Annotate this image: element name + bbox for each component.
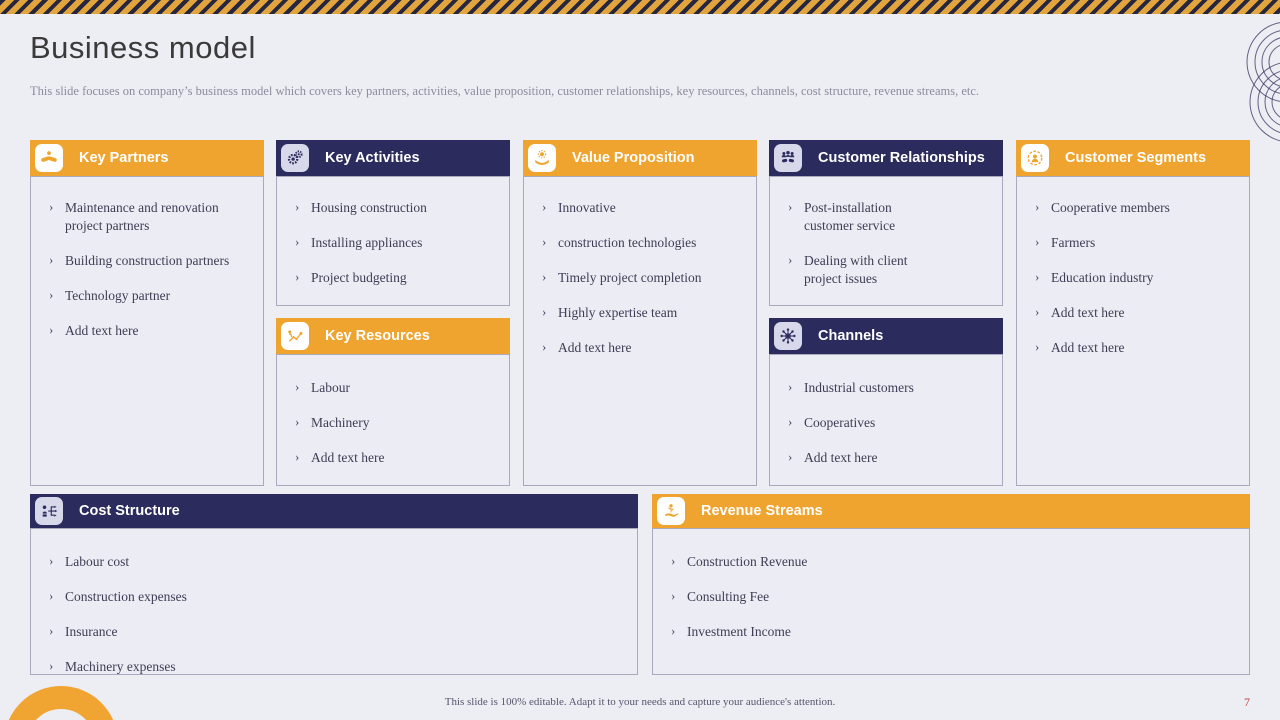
list-item: Construction Revenue [669, 552, 1243, 571]
list-item: Machinery [293, 413, 503, 432]
section-title: Cost Structure [79, 503, 180, 519]
people-handshake-icon [774, 144, 802, 172]
person-target-icon [1021, 144, 1049, 172]
hazard-stripe-decoration [0, 0, 1280, 14]
key-activities-body: Housing construction Installing applianc… [276, 176, 510, 306]
list-item: Education industry [1033, 268, 1243, 287]
key-resources-body: Labour Machinery Add text here [276, 354, 510, 486]
section-title: Value Proposition [572, 150, 695, 166]
list-item: Project budgeting [293, 268, 503, 287]
handshake-icon [35, 144, 63, 172]
list-item: Dealing with client project issues [786, 251, 936, 288]
section-title: Key Activities [325, 150, 420, 166]
customer-relationships-header: Customer Relationships [769, 140, 1003, 176]
list-item: Machinery expenses [47, 657, 631, 676]
growth-path-icon [281, 322, 309, 350]
list-item: Consulting Fee [669, 587, 1243, 606]
value-proposition-body: Innovative construction technologies Tim… [523, 176, 757, 486]
section-channels: Channels Industrial customers Cooperativ… [769, 318, 1003, 486]
customer-segments-header: Customer Segments [1016, 140, 1250, 176]
key-activities-header: Key Activities [276, 140, 510, 176]
key-resources-header: Key Resources [276, 318, 510, 354]
network-hub-icon [774, 322, 802, 350]
cost-structure-header: Cost Structure [30, 494, 638, 528]
list-item: Investment Income [669, 622, 1243, 641]
list-item: Industrial customers [786, 378, 996, 397]
section-key-activities: Key Activities Housing construction Inst… [276, 140, 510, 306]
list-item: Cooperatives [786, 413, 996, 432]
list-item: Cooperative members [1033, 198, 1243, 217]
list-item: Add text here [786, 448, 996, 467]
slide-title: Business model [30, 30, 256, 65]
section-title: Customer Segments [1065, 150, 1207, 166]
list-item: Labour cost [47, 552, 631, 571]
revenue-streams-header: Revenue Streams [652, 494, 1250, 528]
list-item: Insurance [47, 622, 631, 641]
hand-plant-icon [657, 497, 685, 525]
list-item: Add text here [47, 321, 257, 340]
section-key-partners: Key Partners Maintenance and renovation … [30, 140, 264, 486]
section-title: Customer Relationships [818, 150, 985, 166]
channels-header: Channels [769, 318, 1003, 354]
list-item: Add text here [1033, 338, 1243, 357]
slide-subtitle: This slide focuses on company’s business… [30, 84, 980, 98]
list-item: Add text here [1033, 303, 1243, 322]
channels-body: Industrial customers Cooperatives Add te… [769, 354, 1003, 486]
section-title: Revenue Streams [701, 503, 823, 519]
concentric-circles-decoration [1246, 22, 1280, 142]
section-revenue-streams: Revenue Streams Construction Revenue Con… [652, 494, 1250, 675]
list-item: Innovative [540, 198, 750, 217]
slide: Business model This slide focuses on com… [0, 0, 1280, 720]
list-item: Add text here [293, 448, 503, 467]
hands-gear-icon [528, 144, 556, 172]
section-key-resources: Key Resources Labour Machinery Add text … [276, 318, 510, 486]
list-item: Labour [293, 378, 503, 397]
editable-note: This slide is 100% editable. Adapt it to… [444, 696, 836, 708]
key-partners-header: Key Partners [30, 140, 264, 176]
list-item: Housing construction [293, 198, 503, 217]
list-item: Building construction partners [47, 251, 257, 270]
section-customer-relationships: Customer Relationships Post-installation… [769, 140, 1003, 306]
list-item: Farmers [1033, 233, 1243, 252]
value-proposition-header: Value Proposition [523, 140, 757, 176]
cost-structure-body: Labour cost Construction expenses Insura… [30, 528, 638, 675]
list-item: Timely project completion [540, 268, 750, 287]
list-item: construction technologies [540, 233, 750, 252]
list-item: Post-installation customer service [786, 198, 936, 235]
list-item: Add text here [540, 338, 750, 357]
section-cost-structure: Cost Structure Labour cost Construction … [30, 494, 638, 675]
key-partners-body: Maintenance and renovation project partn… [30, 176, 264, 486]
section-value-proposition: Value Proposition Innovative constructio… [523, 140, 757, 486]
list-item: Highly expertise team [540, 303, 750, 322]
customer-segments-body: Cooperative members Farmers Education in… [1016, 176, 1250, 486]
cost-flow-icon [35, 497, 63, 525]
section-title: Channels [818, 328, 884, 344]
gears-icon [281, 144, 309, 172]
list-item: Maintenance and renovation project partn… [47, 198, 257, 235]
section-customer-segments: Customer Segments Cooperative members Fa… [1016, 140, 1250, 486]
revenue-streams-body: Construction Revenue Consulting Fee Inve… [652, 528, 1250, 675]
section-title: Key Resources [325, 328, 430, 344]
page-number: 7 [1244, 695, 1250, 709]
list-item: Construction expenses [47, 587, 631, 606]
list-item: Installing appliances [293, 233, 503, 252]
customer-relationships-body: Post-installation customer service Deali… [769, 176, 1003, 306]
section-title: Key Partners [79, 150, 169, 166]
list-item: Technology partner [47, 286, 257, 305]
